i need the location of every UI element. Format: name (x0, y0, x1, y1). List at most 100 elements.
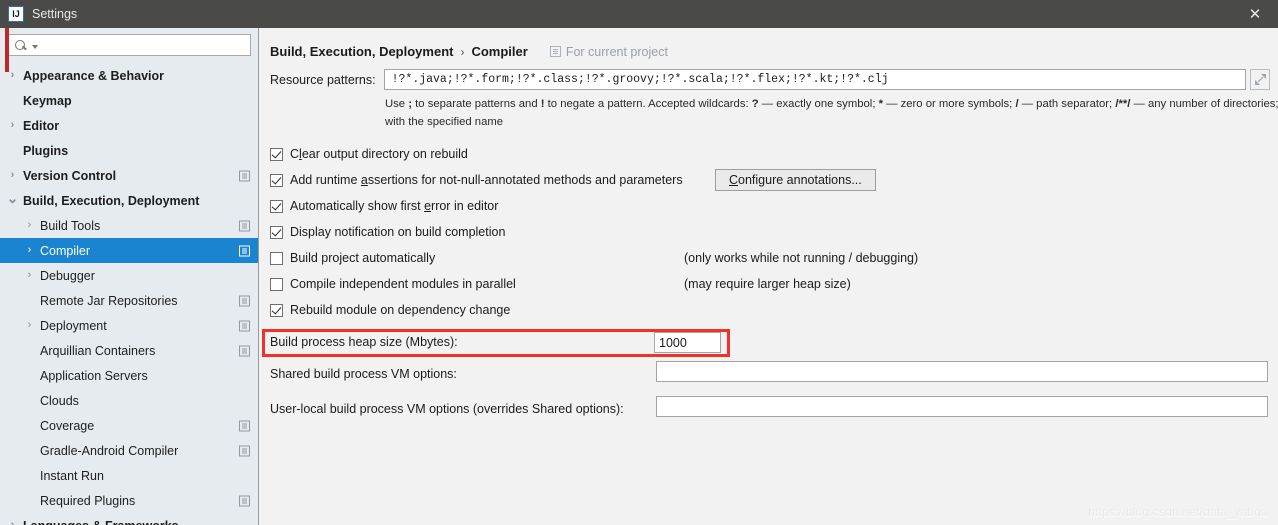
sidebar-item-label: Keymap (23, 93, 72, 108)
sidebar-item-label: Appearance & Behavior (23, 68, 165, 83)
chevron-right-icon[interactable]: › (23, 245, 36, 256)
sidebar-item-label: Build, Execution, Deployment (23, 193, 200, 208)
sidebar-item-editor[interactable]: › Editor (0, 113, 258, 138)
userlocal-vm-label: User-local build process VM options (ove… (270, 402, 624, 416)
chevron-down-icon[interactable]: ⌄ (6, 191, 19, 205)
help-g: — any number of directories; (1130, 98, 1278, 110)
sidebar-item-plugins[interactable]: ›Plugins (0, 138, 258, 163)
checkbox-compile-independent-modules-in[interactable] (270, 277, 283, 291)
help-globstar: /**/ (1115, 98, 1131, 110)
search-input[interactable] (42, 37, 250, 53)
sidebar-item-build-tools[interactable]: › Build Tools (0, 213, 258, 238)
label-mnemonic: a (360, 173, 368, 187)
label-part: Build project automatically (290, 251, 436, 265)
expand-arrows-icon[interactable] (1249, 69, 1270, 90)
sidebar-item-languages-frameworks[interactable]: › Languages & Frameworks (0, 513, 258, 525)
sidebar-item-debugger[interactable]: › Debugger (0, 263, 258, 288)
shared-vm-field[interactable] (656, 361, 1268, 382)
button-mnemonic: C (729, 173, 739, 187)
sidebar-item-label: Build Tools (40, 218, 101, 233)
sidebar-item-label: Required Plugins (40, 493, 136, 508)
help-question: ? (751, 98, 759, 110)
sidebar-item-remote-jar-repositories[interactable]: ›Remote Jar Repositories (0, 288, 258, 313)
sidebar-item-arquillian-containers[interactable]: ›Arquillian Containers (0, 338, 258, 363)
help-f: — path separator; (1018, 98, 1116, 110)
help-d: — exactly one symbol; (758, 98, 879, 110)
chevron-right-icon[interactable]: › (6, 170, 19, 181)
sidebar-item-label: Gradle-Android Compiler (40, 443, 179, 458)
checkbox-row-display-notification-on-build: Display notification on build completion (270, 219, 1278, 245)
checkbox-automatically-show-first-error[interactable] (270, 199, 283, 213)
checkbox-label-automatically-show-first-error[interactable]: Automatically show first error in editor (290, 199, 498, 213)
sidebar-item-version-control[interactable]: › Version Control (0, 163, 258, 188)
chevron-right-icon[interactable]: › (6, 120, 19, 131)
heap-size-input[interactable] (655, 333, 720, 352)
sidebar-item-label: Version Control (23, 168, 117, 183)
checkbox-label-add-runtime-assertions-for[interactable]: Add runtime assertions for not-null-anno… (290, 173, 683, 187)
sidebar-item-instant-run[interactable]: ›Instant Run (0, 463, 258, 488)
intellij-idea-icon (8, 6, 24, 22)
search-icon (15, 39, 29, 52)
sidebar-item-gradle-android-compiler[interactable]: ›Gradle-Android Compiler (0, 438, 258, 463)
sidebar-item-coverage[interactable]: ›Coverage (0, 413, 258, 438)
project-scope-icon (239, 345, 250, 356)
sidebar-item-label: Arquillian Containers (40, 343, 156, 358)
checkbox-add-runtime-assertions-for[interactable] (270, 173, 283, 187)
heap-size-field[interactable] (654, 332, 721, 353)
search-box[interactable] (8, 34, 251, 56)
checkbox-hint: (only works while not running / debuggin… (684, 251, 919, 265)
checkbox-build-project-automatically[interactable] (270, 251, 283, 265)
userlocal-vm-input[interactable] (657, 397, 1267, 416)
window-title: Settings (32, 7, 78, 21)
sidebar-item-label: Clouds (40, 393, 79, 408)
sidebar-item-appearance-behavior[interactable]: › Appearance & Behavior (0, 63, 258, 88)
sidebar-item-required-plugins[interactable]: ›Required Plugins (0, 488, 258, 513)
checkbox-label-rebuild-module-on-dependency[interactable]: Rebuild module on dependency change (290, 303, 510, 317)
checkbox-label-clear-output-directory-on[interactable]: Clear output directory on rebuild (290, 147, 468, 161)
sidebar-item-build-execution-deployment[interactable]: ⌄ Build, Execution, Deployment (0, 188, 258, 213)
settings-tree: ›Appearance & Behavior›Keymap›Editor›Plu… (0, 63, 258, 525)
shared-vm-input[interactable] (657, 362, 1267, 381)
chevron-right-icon[interactable]: › (23, 220, 36, 231)
label-part: Display notification on build completion (290, 225, 506, 239)
resource-patterns-field[interactable] (383, 69, 1246, 90)
checkbox-rebuild-module-on-dependency[interactable] (270, 303, 283, 317)
sidebar-item-keymap[interactable]: ›Keymap (0, 88, 258, 113)
chevron-right-icon[interactable]: › (23, 270, 36, 281)
scope-note: For current project (549, 45, 668, 59)
label-part: Compile independent modules in parallel (290, 277, 516, 291)
chevron-right-icon[interactable]: › (23, 320, 36, 331)
sidebar-item-compiler[interactable]: › Compiler (0, 238, 258, 263)
close-icon[interactable]: ✕ (1232, 0, 1278, 28)
checkbox-label-compile-independent-modules-in[interactable]: Compile independent modules in parallel (290, 277, 516, 291)
sidebar-item-label: Plugins (23, 143, 69, 158)
red-annotation-edge (5, 28, 9, 72)
search-area (0, 28, 258, 61)
label-part: C (290, 147, 300, 161)
breadcrumb-parent[interactable]: Build, Execution, Deployment (270, 44, 453, 59)
title-bar: Settings ✕ (0, 0, 1278, 28)
sidebar-item-application-servers[interactable]: ›Application Servers (0, 363, 258, 388)
configure-annotations-button[interactable]: Configure annotations... (715, 169, 876, 191)
label-mnemonic: e (424, 199, 432, 213)
checkbox-clear-output-directory-on[interactable] (270, 147, 283, 161)
userlocal-vm-field[interactable] (656, 396, 1268, 417)
sidebar-item-label: Editor (23, 118, 60, 133)
sidebar-item-label: Languages & Frameworks (23, 519, 179, 525)
project-scope-icon (239, 170, 250, 181)
checkbox-label-build-project-automatically[interactable]: Build project automatically (290, 251, 435, 265)
checkbox-row-rebuild-module-on-dependency: Rebuild module on dependency change (270, 297, 1278, 323)
checkbox-display-notification-on-build[interactable] (270, 225, 283, 239)
sidebar-item-label: Instant Run (40, 468, 104, 483)
help-c: to negate a pattern. Accepted wildcards: (544, 98, 752, 110)
chevron-down-icon[interactable] (32, 44, 38, 49)
shared-vm-label: Shared build process VM options: (270, 367, 457, 381)
label-part: Rebuild module on dependency change (290, 303, 511, 317)
sidebar-item-clouds[interactable]: ›Clouds (0, 388, 258, 413)
sidebar-item-deployment[interactable]: › Deployment (0, 313, 258, 338)
resource-patterns-input[interactable] (389, 72, 1240, 87)
label-part: Add runtime (290, 173, 361, 187)
help-b: to separate patterns and (412, 98, 541, 110)
chevron-right-icon[interactable]: › (6, 520, 19, 525)
checkbox-label-display-notification-on-build[interactable]: Display notification on build completion (290, 225, 505, 239)
